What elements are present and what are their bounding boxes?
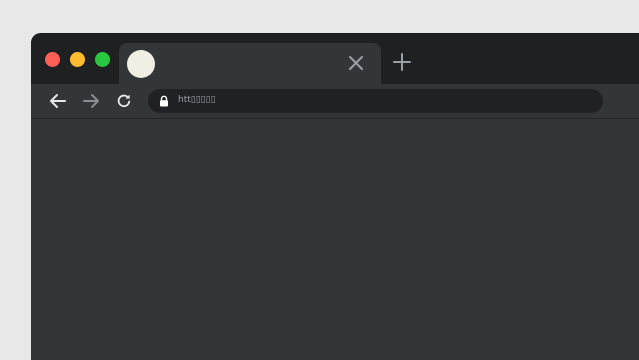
window-minimize-button[interactable]	[70, 52, 85, 67]
back-button[interactable]	[46, 89, 70, 113]
browser-window: htt▯▯▯▯▯	[31, 33, 639, 360]
window-maximize-button[interactable]	[95, 52, 110, 67]
new-tab-button[interactable]	[390, 50, 414, 74]
arrow-left-icon	[50, 94, 66, 108]
reload-button[interactable]	[112, 89, 136, 113]
favicon-icon	[127, 50, 155, 78]
lock-icon	[160, 95, 168, 107]
reload-icon	[117, 94, 131, 108]
forward-button[interactable]	[79, 89, 103, 113]
tab-close-button[interactable]	[345, 52, 367, 74]
page-content	[31, 119, 639, 360]
address-bar[interactable]: htt▯▯▯▯▯	[148, 89, 603, 113]
browser-toolbar: htt▯▯▯▯▯	[31, 84, 639, 119]
window-close-button[interactable]	[45, 52, 60, 67]
browser-tab[interactable]	[119, 43, 381, 84]
arrow-right-icon	[83, 94, 99, 108]
close-icon	[349, 56, 363, 70]
tab-strip	[31, 33, 639, 84]
url-text: htt▯▯▯▯▯	[178, 95, 216, 105]
plus-icon	[393, 53, 411, 71]
